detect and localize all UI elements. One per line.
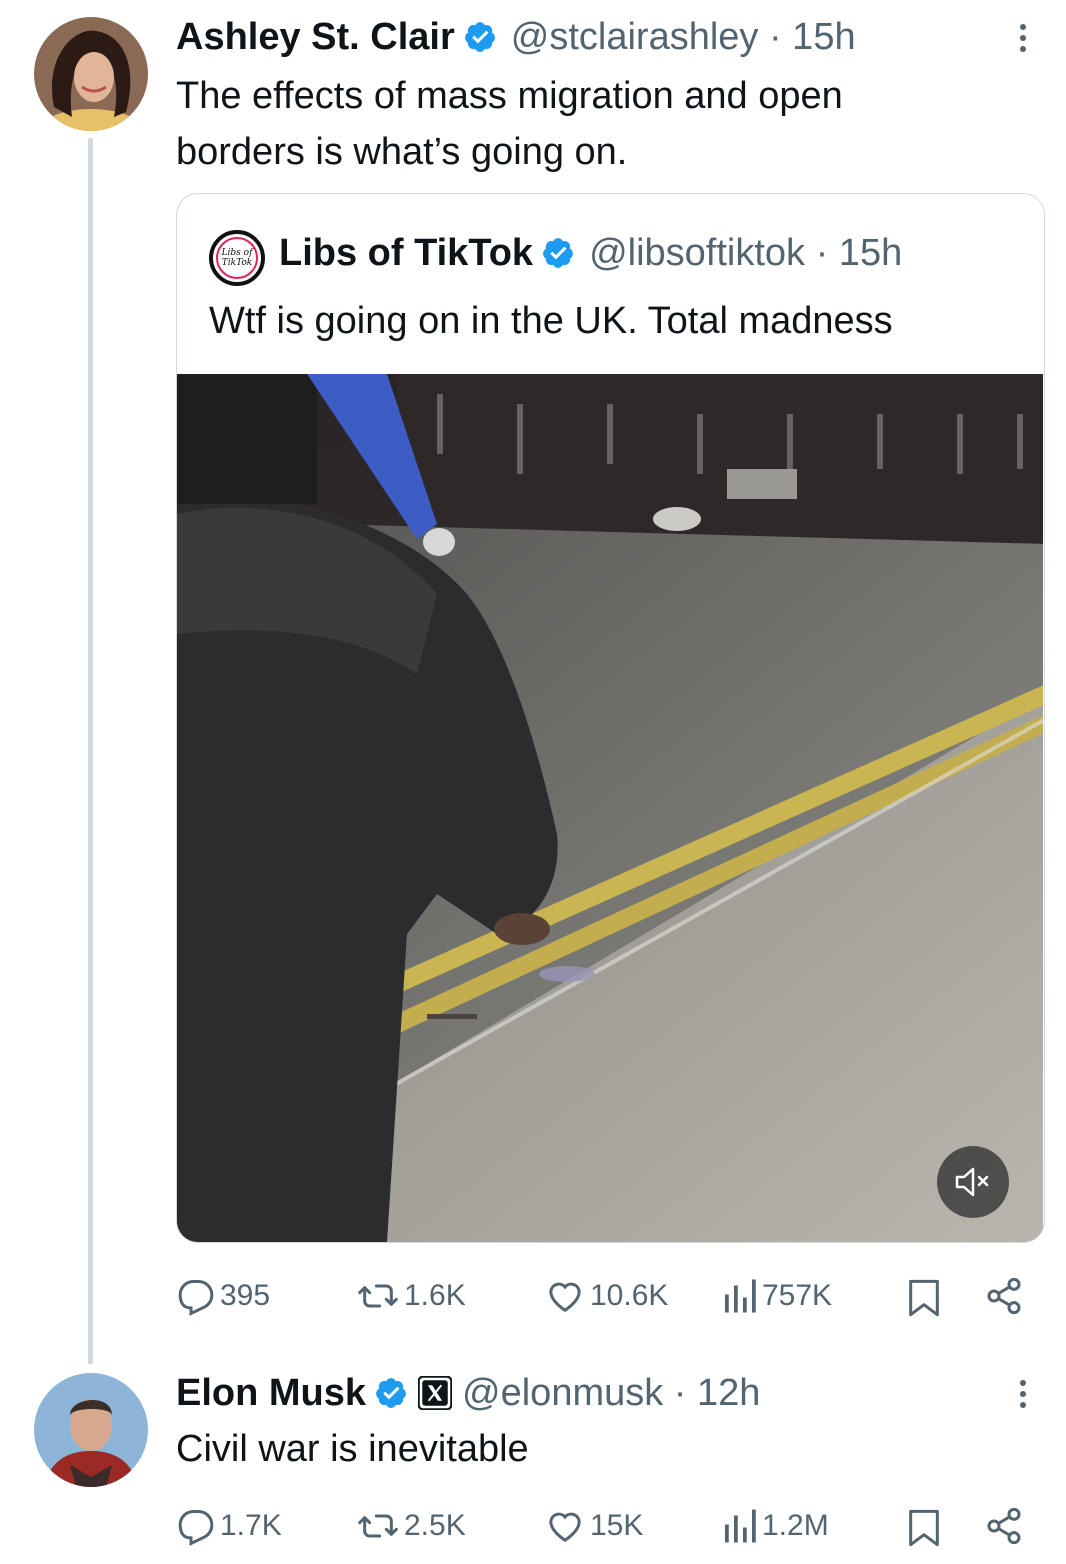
verified-badge-icon xyxy=(376,1378,406,1408)
tweet-text: Civil war is inevitable xyxy=(176,1428,529,1470)
repost-button[interactable]: 2.5K xyxy=(356,1506,466,1546)
repost-icon xyxy=(358,1514,398,1538)
logo-text: TikTok xyxy=(221,258,253,268)
verified-badge-icon xyxy=(543,238,573,268)
tweet-text: The effects of mass migration and open b… xyxy=(176,68,843,180)
logo-text: Libs of xyxy=(221,248,253,258)
speaker-muted-icon xyxy=(955,1167,989,1197)
tweet-text-line: The effects of mass migration and open xyxy=(176,75,843,117)
like-count: 10.6K xyxy=(590,1279,669,1312)
more-options-icon[interactable] xyxy=(1019,24,1027,52)
reply-count: 1.7K xyxy=(220,1509,282,1542)
reply-button[interactable]: 1.7K xyxy=(176,1506,282,1546)
quote-text: Wtf is going on in the UK. Total madness xyxy=(209,300,893,342)
share-icon[interactable] xyxy=(984,1276,1024,1316)
share-icon[interactable] xyxy=(984,1506,1024,1546)
x-affiliation-badge-icon xyxy=(418,1376,453,1410)
quoted-tweet-card[interactable]: Libs of TikTok Libs of TikTok @libsoftik… xyxy=(176,193,1045,1243)
author-name[interactable]: Ashley St. Clair xyxy=(176,16,455,59)
video-frame xyxy=(177,374,1043,1242)
handle-and-time[interactable]: @elonmusk · 12h xyxy=(462,1372,760,1415)
quote-author-name[interactable]: Libs of TikTok xyxy=(279,232,533,275)
tweet-header: Elon Musk @elonmusk · 12h xyxy=(176,1370,760,1416)
views-chart-icon xyxy=(725,1279,756,1313)
like-button[interactable]: 10.6K xyxy=(544,1276,668,1316)
mute-toggle-button[interactable] xyxy=(937,1146,1009,1218)
bookmark-icon[interactable] xyxy=(906,1508,942,1548)
heart-icon xyxy=(549,1282,581,1312)
ashley-avatar-image xyxy=(34,17,148,131)
quote-header: Libs of TikTok @libsoftiktok · 15h xyxy=(279,230,902,276)
reply-button[interactable]: 395 xyxy=(176,1276,270,1316)
reply-count: 395 xyxy=(220,1279,271,1312)
bookmark-icon[interactable] xyxy=(906,1278,942,1318)
more-options-icon[interactable] xyxy=(1019,1380,1027,1408)
reply-icon xyxy=(178,1280,214,1316)
tweet-text-line: borders is what’s going on. xyxy=(176,131,628,173)
video-player[interactable] xyxy=(177,374,1043,1242)
author-name[interactable]: Elon Musk xyxy=(176,1372,366,1415)
tweet-header: Ashley St. Clair @stclairashley · 15h xyxy=(176,14,856,60)
repost-button[interactable]: 1.6K xyxy=(356,1276,466,1316)
views-button[interactable]: 757K xyxy=(722,1276,832,1316)
like-count: 15K xyxy=(590,1509,644,1542)
views-chart-icon xyxy=(725,1509,756,1543)
reply-icon xyxy=(178,1510,214,1546)
tweet-actions: 395 1.6K 10.6K 757K xyxy=(0,1270,1066,1320)
avatar[interactable] xyxy=(34,1373,148,1487)
quote-handle-and-time[interactable]: @libsoftiktok · 15h xyxy=(589,232,902,275)
view-count: 757K xyxy=(762,1279,833,1312)
handle-and-time[interactable]: @stclairashley · 15h xyxy=(511,16,856,59)
views-button[interactable]: 1.2M xyxy=(722,1506,829,1546)
like-button[interactable]: 15K xyxy=(544,1506,643,1546)
verified-badge-icon xyxy=(464,22,495,52)
elon-avatar-image xyxy=(34,1373,148,1487)
view-count: 1.2M xyxy=(762,1509,829,1542)
repost-count: 1.6K xyxy=(404,1279,466,1312)
repost-icon xyxy=(358,1284,398,1308)
avatar[interactable] xyxy=(34,17,148,131)
tweet-actions: 1.7K 2.5K 15K 1.2M xyxy=(0,1500,1066,1550)
repost-count: 2.5K xyxy=(404,1509,466,1542)
thread-connector-line xyxy=(88,138,93,1364)
quote-avatar[interactable]: Libs of TikTok xyxy=(209,230,265,286)
heart-icon xyxy=(549,1512,581,1542)
